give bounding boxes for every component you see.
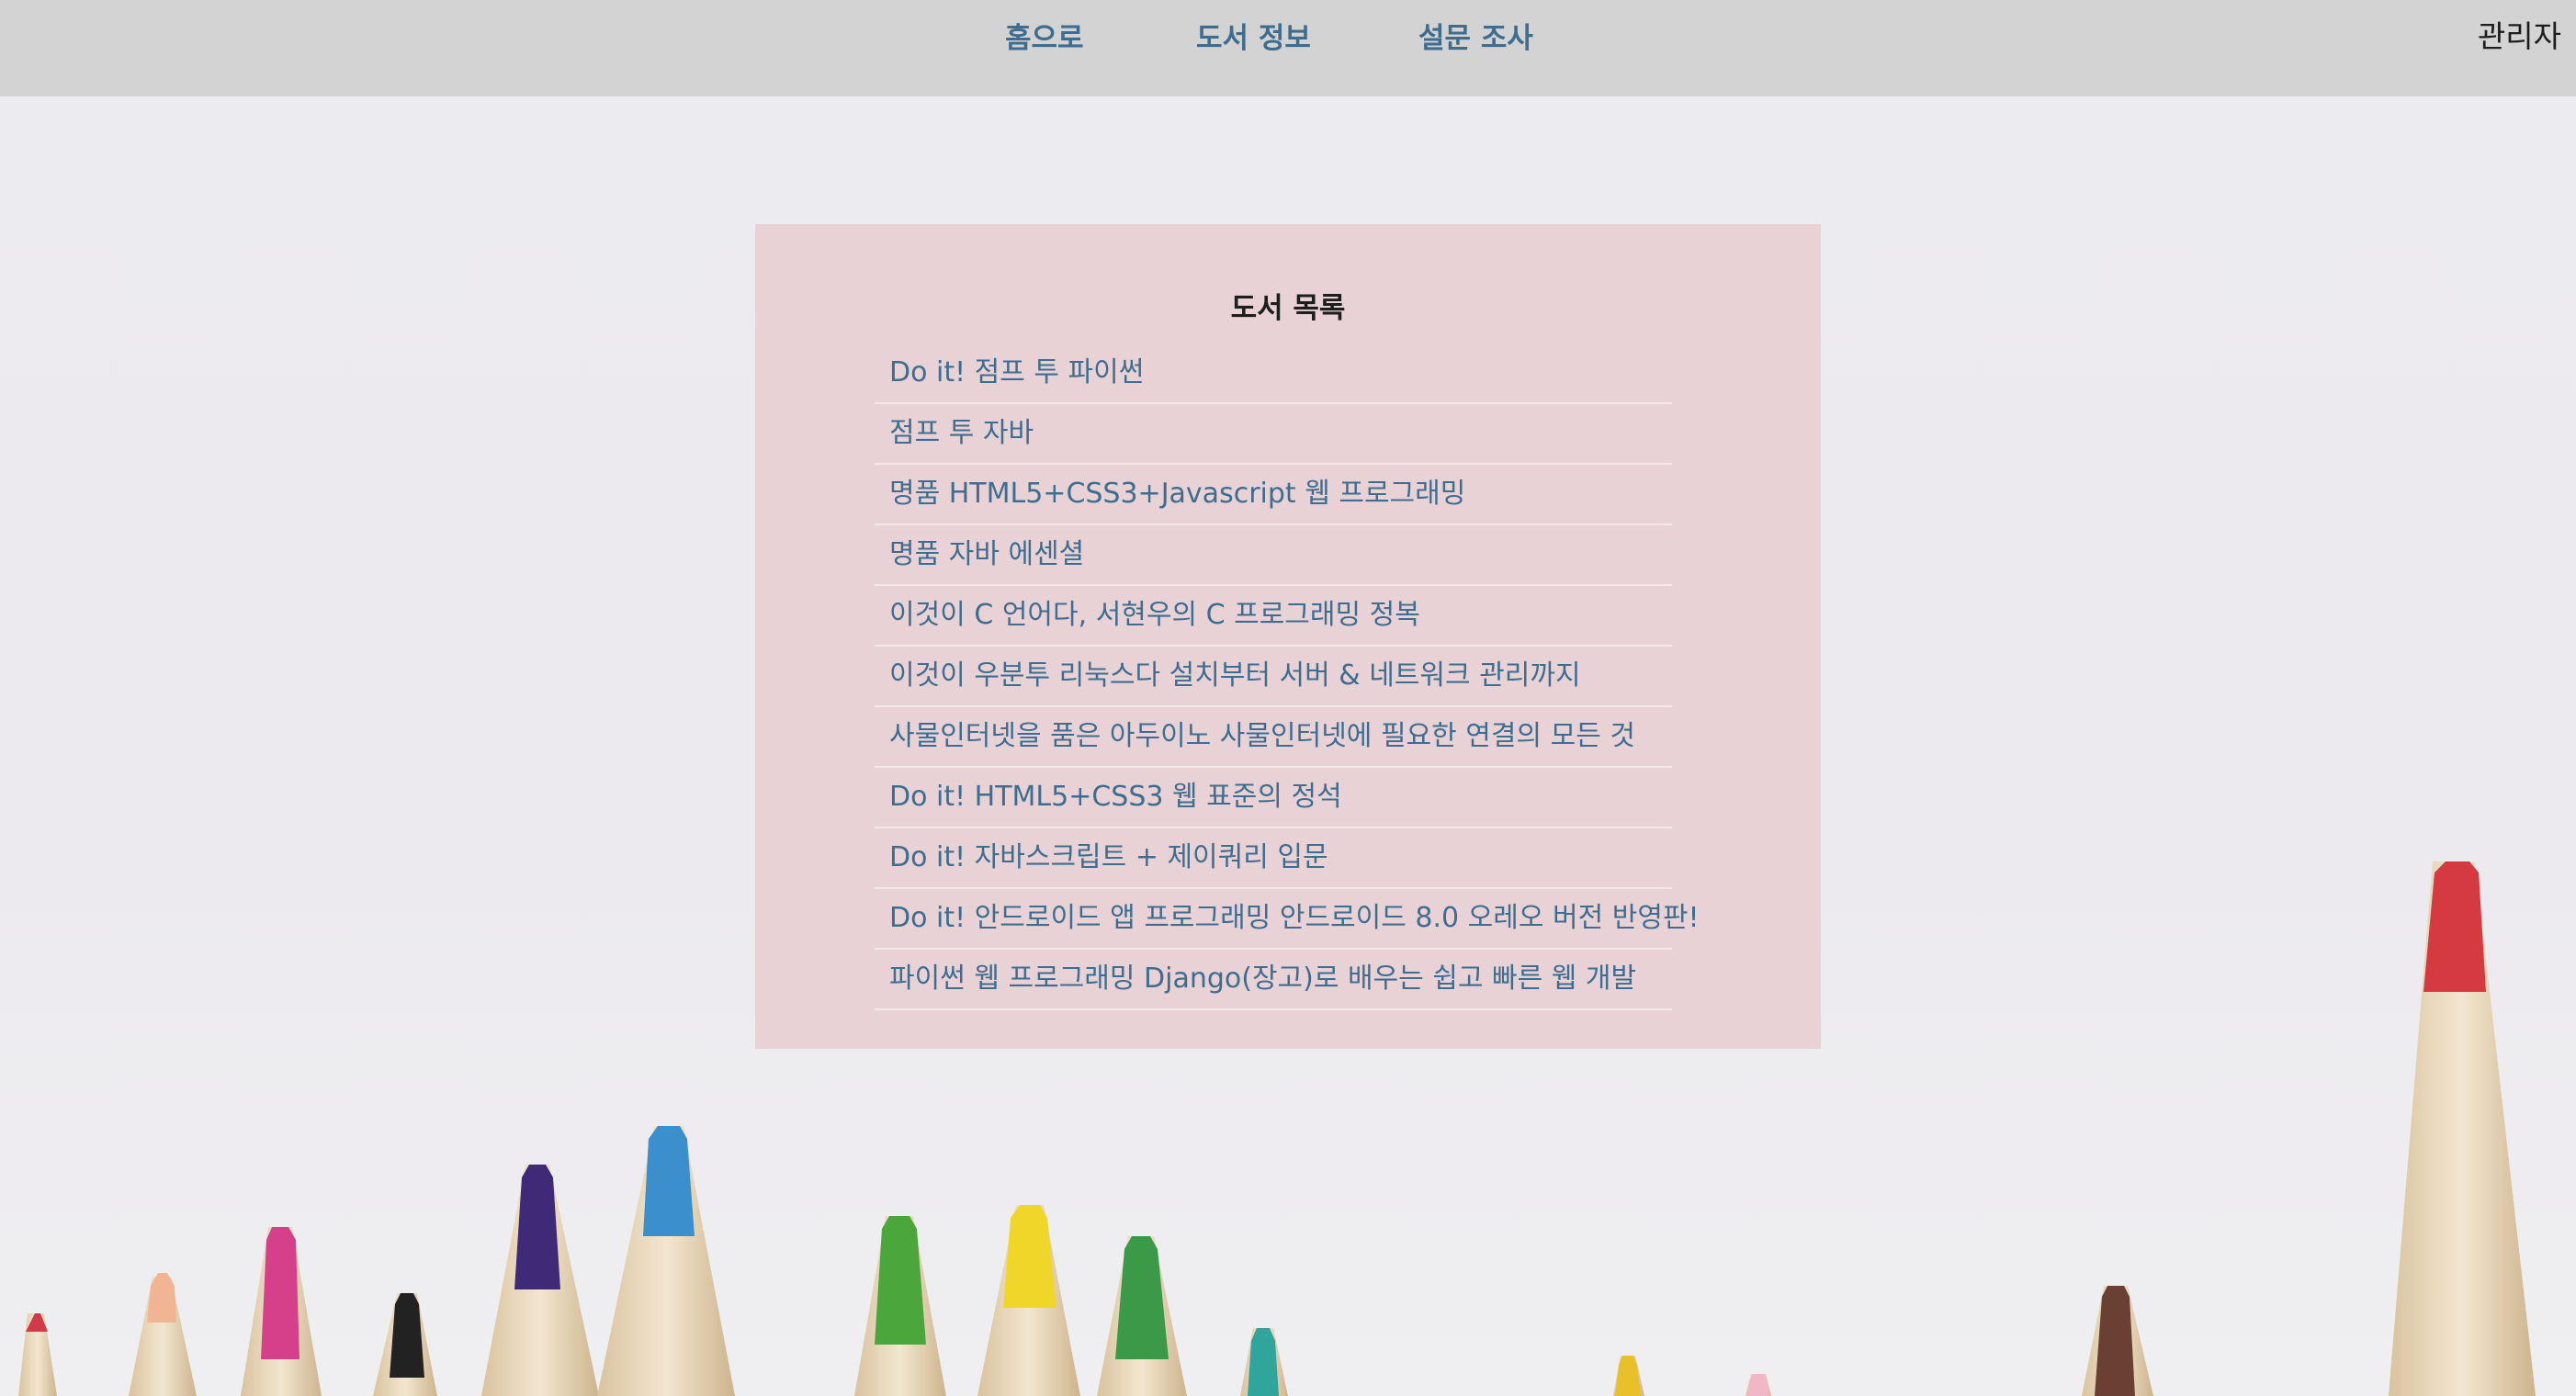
book-link[interactable]: Do it! 안드로이드 앱 프로그래밍 안드로이드 8.0 오레오 버전 반영… xyxy=(889,889,1700,948)
book-link[interactable]: 사물인터넷을 품은 아두이노 사물인터넷에 필요한 연결의 모든 것 xyxy=(889,707,1672,766)
book-link[interactable]: Do it! 점프 투 파이썬 xyxy=(889,343,1672,402)
nav-book-info-link[interactable]: 도서 정보 xyxy=(1196,17,1311,61)
book-link[interactable]: 파이썬 웹 프로그래밍 Django(장고)로 배우는 쉽고 빠른 웹 개발 xyxy=(889,950,1672,1008)
list-item: Do it! HTML5+CSS3 웹 표준의 정석 xyxy=(875,768,1672,828)
book-link[interactable]: Do it! 자바스크립트 + 제이쿼리 입문 xyxy=(889,828,1672,887)
list-item: Do it! 안드로이드 앱 프로그래밍 안드로이드 8.0 오레오 버전 반영… xyxy=(875,889,1700,950)
pencil-yellow-small xyxy=(1613,1356,1644,1396)
list-item: 명품 자바 에센셜 xyxy=(875,525,1672,586)
book-link[interactable]: 이것이 우분투 리눅스다 설치부터 서버 & 네트워크 관리까지 xyxy=(889,647,1672,705)
pencil-red-large xyxy=(2389,861,2536,1396)
book-link[interactable]: 명품 HTML5+CSS3+Javascript 웹 프로그래밍 xyxy=(889,465,1672,524)
pencil-brown xyxy=(2082,1286,2153,1396)
list-item: 파이썬 웹 프로그래밍 Django(장고)로 배우는 쉽고 빠른 웹 개발 xyxy=(875,950,1672,1010)
list-item: Do it! 자바스크립트 + 제이쿼리 입문 xyxy=(875,828,1672,889)
nav-home-link[interactable]: 홈으로 xyxy=(1005,17,1084,61)
pencil-teal xyxy=(1240,1328,1288,1396)
list-item: Do it! 점프 투 파이썬 xyxy=(875,343,1672,404)
nav-admin-link[interactable]: 관리자 xyxy=(2478,15,2561,59)
book-link[interactable]: Do it! HTML5+CSS3 웹 표준의 정석 xyxy=(889,768,1672,827)
pencil-red-small xyxy=(18,1313,57,1396)
pencil-green-2 xyxy=(1097,1236,1187,1396)
top-nav-bar: 홈으로 도서 정보 설문 조사 관리자 xyxy=(0,0,2576,96)
pencil-green xyxy=(854,1216,946,1396)
pencil-black xyxy=(373,1293,437,1396)
book-list: Do it! 점프 투 파이썬 점프 투 자바 명품 HTML5+CSS3+Ja… xyxy=(875,343,1700,1010)
book-list-title: 도서 목록 xyxy=(1230,292,1346,325)
list-item: 명품 HTML5+CSS3+Javascript 웹 프로그래밍 xyxy=(875,465,1672,525)
pencil-yellow xyxy=(977,1205,1080,1396)
pencil-pink xyxy=(241,1227,322,1396)
list-item: 이것이 C 언어다, 서현우의 C 프로그래밍 정복 xyxy=(875,586,1672,647)
list-item: 점프 투 자바 xyxy=(875,404,1672,465)
list-item: 사물인터넷을 품은 아두이노 사물인터넷에 필요한 연결의 모든 것 xyxy=(875,707,1672,768)
book-link[interactable]: 이것이 C 언어다, 서현우의 C 프로그래밍 정복 xyxy=(889,586,1672,645)
pencil-pink-small xyxy=(1746,1374,1771,1396)
pencil-peach xyxy=(129,1273,197,1396)
book-link[interactable]: 점프 투 자바 xyxy=(889,404,1672,463)
book-link[interactable]: 명품 자바 에센셜 xyxy=(889,525,1672,584)
nav-survey-link[interactable]: 설문 조사 xyxy=(1418,17,1533,61)
pencil-purple xyxy=(481,1165,599,1396)
pencil-blue xyxy=(597,1126,735,1396)
list-item: 이것이 우분투 리눅스다 설치부터 서버 & 네트워크 관리까지 xyxy=(875,647,1672,707)
